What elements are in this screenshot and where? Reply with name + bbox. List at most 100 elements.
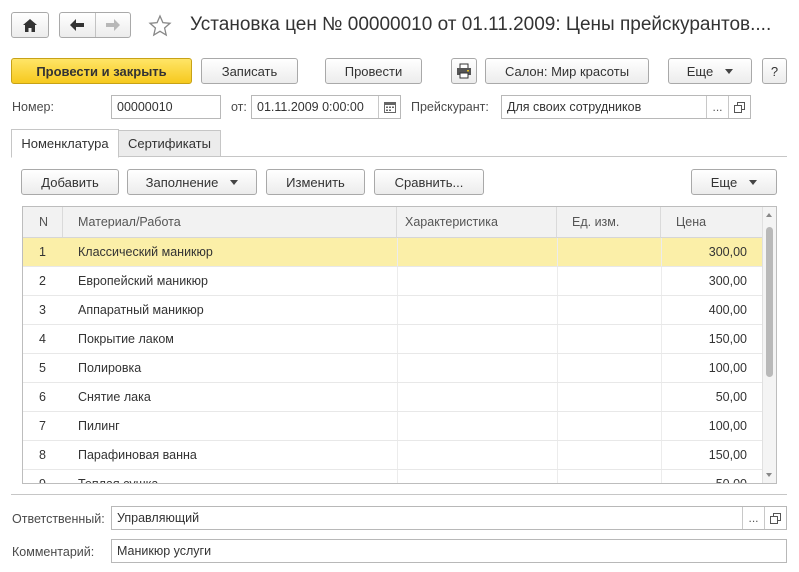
pricelist-field[interactable]: Для своих сотрудников ... bbox=[501, 95, 751, 119]
column-header-unit[interactable]: Ед. изм. bbox=[557, 207, 661, 237]
responsible-open-button[interactable] bbox=[764, 507, 786, 529]
column-header-characteristic[interactable]: Характеристика bbox=[397, 207, 557, 237]
cell-price: 50,00 bbox=[661, 383, 763, 411]
fill-menu-button[interactable]: Заполнение bbox=[127, 169, 257, 195]
table-more-label: Еще bbox=[710, 174, 738, 190]
table-row[interactable]: 2 Европейский маникюр 300,00 bbox=[23, 267, 763, 296]
cell-item: Теплая сушка bbox=[78, 477, 159, 484]
cell-characteristic bbox=[397, 412, 557, 440]
table-row[interactable]: 6 Снятие лака 50,00 bbox=[23, 383, 763, 412]
star-icon bbox=[148, 14, 172, 37]
date-value: 01.11.2009 0:00:00 bbox=[257, 100, 364, 114]
column-header-n[interactable]: N bbox=[23, 207, 63, 237]
cell-price: 150,00 bbox=[661, 325, 763, 353]
forward-button[interactable] bbox=[96, 13, 131, 37]
arrow-right-icon bbox=[105, 19, 120, 31]
cell-characteristic bbox=[397, 383, 557, 411]
table-row[interactable]: 3 Аппаратный маникюр 400,00 bbox=[23, 296, 763, 325]
table-row[interactable]: 7 Пилинг 100,00 bbox=[23, 412, 763, 441]
cell-item: Классический маникюр bbox=[78, 245, 213, 259]
more-menu-label: Еще bbox=[686, 63, 714, 79]
edit-button[interactable]: Изменить bbox=[266, 169, 365, 195]
cell-unit bbox=[557, 238, 661, 266]
responsible-field[interactable]: Управляющий ... bbox=[111, 506, 787, 530]
cell-item: Полировка bbox=[78, 361, 142, 375]
arrow-left-icon bbox=[70, 19, 85, 31]
date-label: от: bbox=[231, 100, 247, 114]
cell-row-number: 2 bbox=[39, 274, 46, 288]
cell-row-number: 7 bbox=[39, 419, 46, 433]
table-header: N Материал/Работа Характеристика Ед. изм… bbox=[23, 207, 763, 238]
cell-price: 400,00 bbox=[661, 296, 763, 324]
home-button[interactable] bbox=[11, 12, 49, 38]
cell-price: 50,00 bbox=[661, 470, 763, 483]
cell-characteristic bbox=[397, 441, 557, 469]
footer-divider bbox=[11, 494, 787, 495]
compare-button[interactable]: Сравнить... bbox=[374, 169, 484, 195]
cell-row-number: 9 bbox=[39, 477, 46, 484]
chevron-down-icon bbox=[230, 179, 239, 185]
cell-characteristic bbox=[397, 238, 557, 266]
cell-price: 100,00 bbox=[661, 412, 763, 440]
scrollbar-thumb[interactable] bbox=[766, 227, 773, 377]
cell-item: Европейский маникюр bbox=[78, 274, 208, 288]
pricelist-label: Прейскурант: bbox=[411, 100, 489, 114]
number-field[interactable]: 00000010 bbox=[111, 95, 221, 119]
save-button[interactable]: Записать bbox=[201, 58, 298, 84]
back-button[interactable] bbox=[60, 13, 96, 37]
scroll-down-arrow-icon[interactable] bbox=[766, 473, 772, 477]
scroll-up-arrow-icon[interactable] bbox=[766, 213, 772, 217]
cell-characteristic bbox=[397, 325, 557, 353]
pricelist-value: Для своих сотрудников bbox=[507, 100, 642, 114]
open-copy-icon bbox=[770, 512, 781, 524]
printer-icon bbox=[457, 63, 471, 79]
home-icon bbox=[23, 18, 37, 32]
column-header-item[interactable]: Материал/Работа bbox=[63, 207, 397, 237]
cell-item: Парафиновая ванна bbox=[78, 448, 197, 462]
cell-row-number: 6 bbox=[39, 390, 46, 404]
cell-characteristic bbox=[397, 354, 557, 382]
table-row[interactable]: 4 Покрытие лаком 150,00 bbox=[23, 325, 763, 354]
cell-row-number: 1 bbox=[39, 245, 46, 259]
add-row-button[interactable]: Добавить bbox=[21, 169, 119, 195]
cell-unit bbox=[557, 354, 661, 382]
table-scrollbar[interactable] bbox=[762, 207, 776, 483]
responsible-select-button[interactable]: ... bbox=[742, 507, 764, 529]
cell-characteristic bbox=[397, 296, 557, 324]
cell-unit bbox=[557, 383, 661, 411]
fill-menu-label: Заполнение bbox=[145, 174, 219, 190]
cell-item: Пилинг bbox=[78, 419, 120, 433]
table-row[interactable]: 1 Классический маникюр 300,00 bbox=[23, 238, 763, 267]
post-and-close-button[interactable]: Провести и закрыть bbox=[11, 58, 192, 84]
cell-unit bbox=[557, 412, 661, 440]
comment-label: Комментарий: bbox=[12, 545, 95, 559]
table-row[interactable]: 5 Полировка 100,00 bbox=[23, 354, 763, 383]
salon-button[interactable]: Салон: Мир красоты bbox=[485, 58, 649, 84]
pricelist-open-button[interactable] bbox=[728, 96, 750, 118]
pricelist-select-button[interactable]: ... bbox=[706, 96, 728, 118]
responsible-label: Ответственный: bbox=[12, 512, 105, 526]
more-menu-button[interactable]: Еще bbox=[668, 58, 752, 84]
post-button[interactable]: Провести bbox=[325, 58, 422, 84]
chevron-down-icon bbox=[725, 68, 734, 74]
date-field[interactable]: 01.11.2009 0:00:00 bbox=[251, 95, 401, 119]
table-row[interactable]: 8 Парафиновая ванна 150,00 bbox=[23, 441, 763, 470]
window-title: Установка цен № 00000010 от 01.11.2009: … bbox=[190, 14, 772, 35]
print-button[interactable] bbox=[451, 58, 477, 84]
tab-nomenclature[interactable]: Номенклатура bbox=[11, 129, 119, 158]
cell-characteristic bbox=[397, 470, 557, 483]
cell-item: Аппаратный маникюр bbox=[78, 303, 204, 317]
tab-certificates[interactable]: Сертификаты bbox=[119, 130, 221, 157]
cell-row-number: 5 bbox=[39, 361, 46, 375]
cell-unit bbox=[557, 441, 661, 469]
cell-unit bbox=[557, 296, 661, 324]
table-row[interactable]: 9 Теплая сушка 50,00 bbox=[23, 470, 763, 484]
table-more-menu-button[interactable]: Еще bbox=[691, 169, 777, 195]
column-header-price[interactable]: Цена bbox=[661, 207, 763, 237]
favorite-star-button[interactable] bbox=[148, 14, 172, 38]
calendar-button[interactable] bbox=[378, 96, 400, 118]
navigation-group bbox=[59, 12, 131, 38]
help-button[interactable]: ? bbox=[762, 58, 787, 84]
comment-field[interactable]: Маникюр услуги bbox=[111, 539, 787, 563]
prices-table[interactable]: N Материал/Работа Характеристика Ед. изм… bbox=[22, 206, 777, 484]
